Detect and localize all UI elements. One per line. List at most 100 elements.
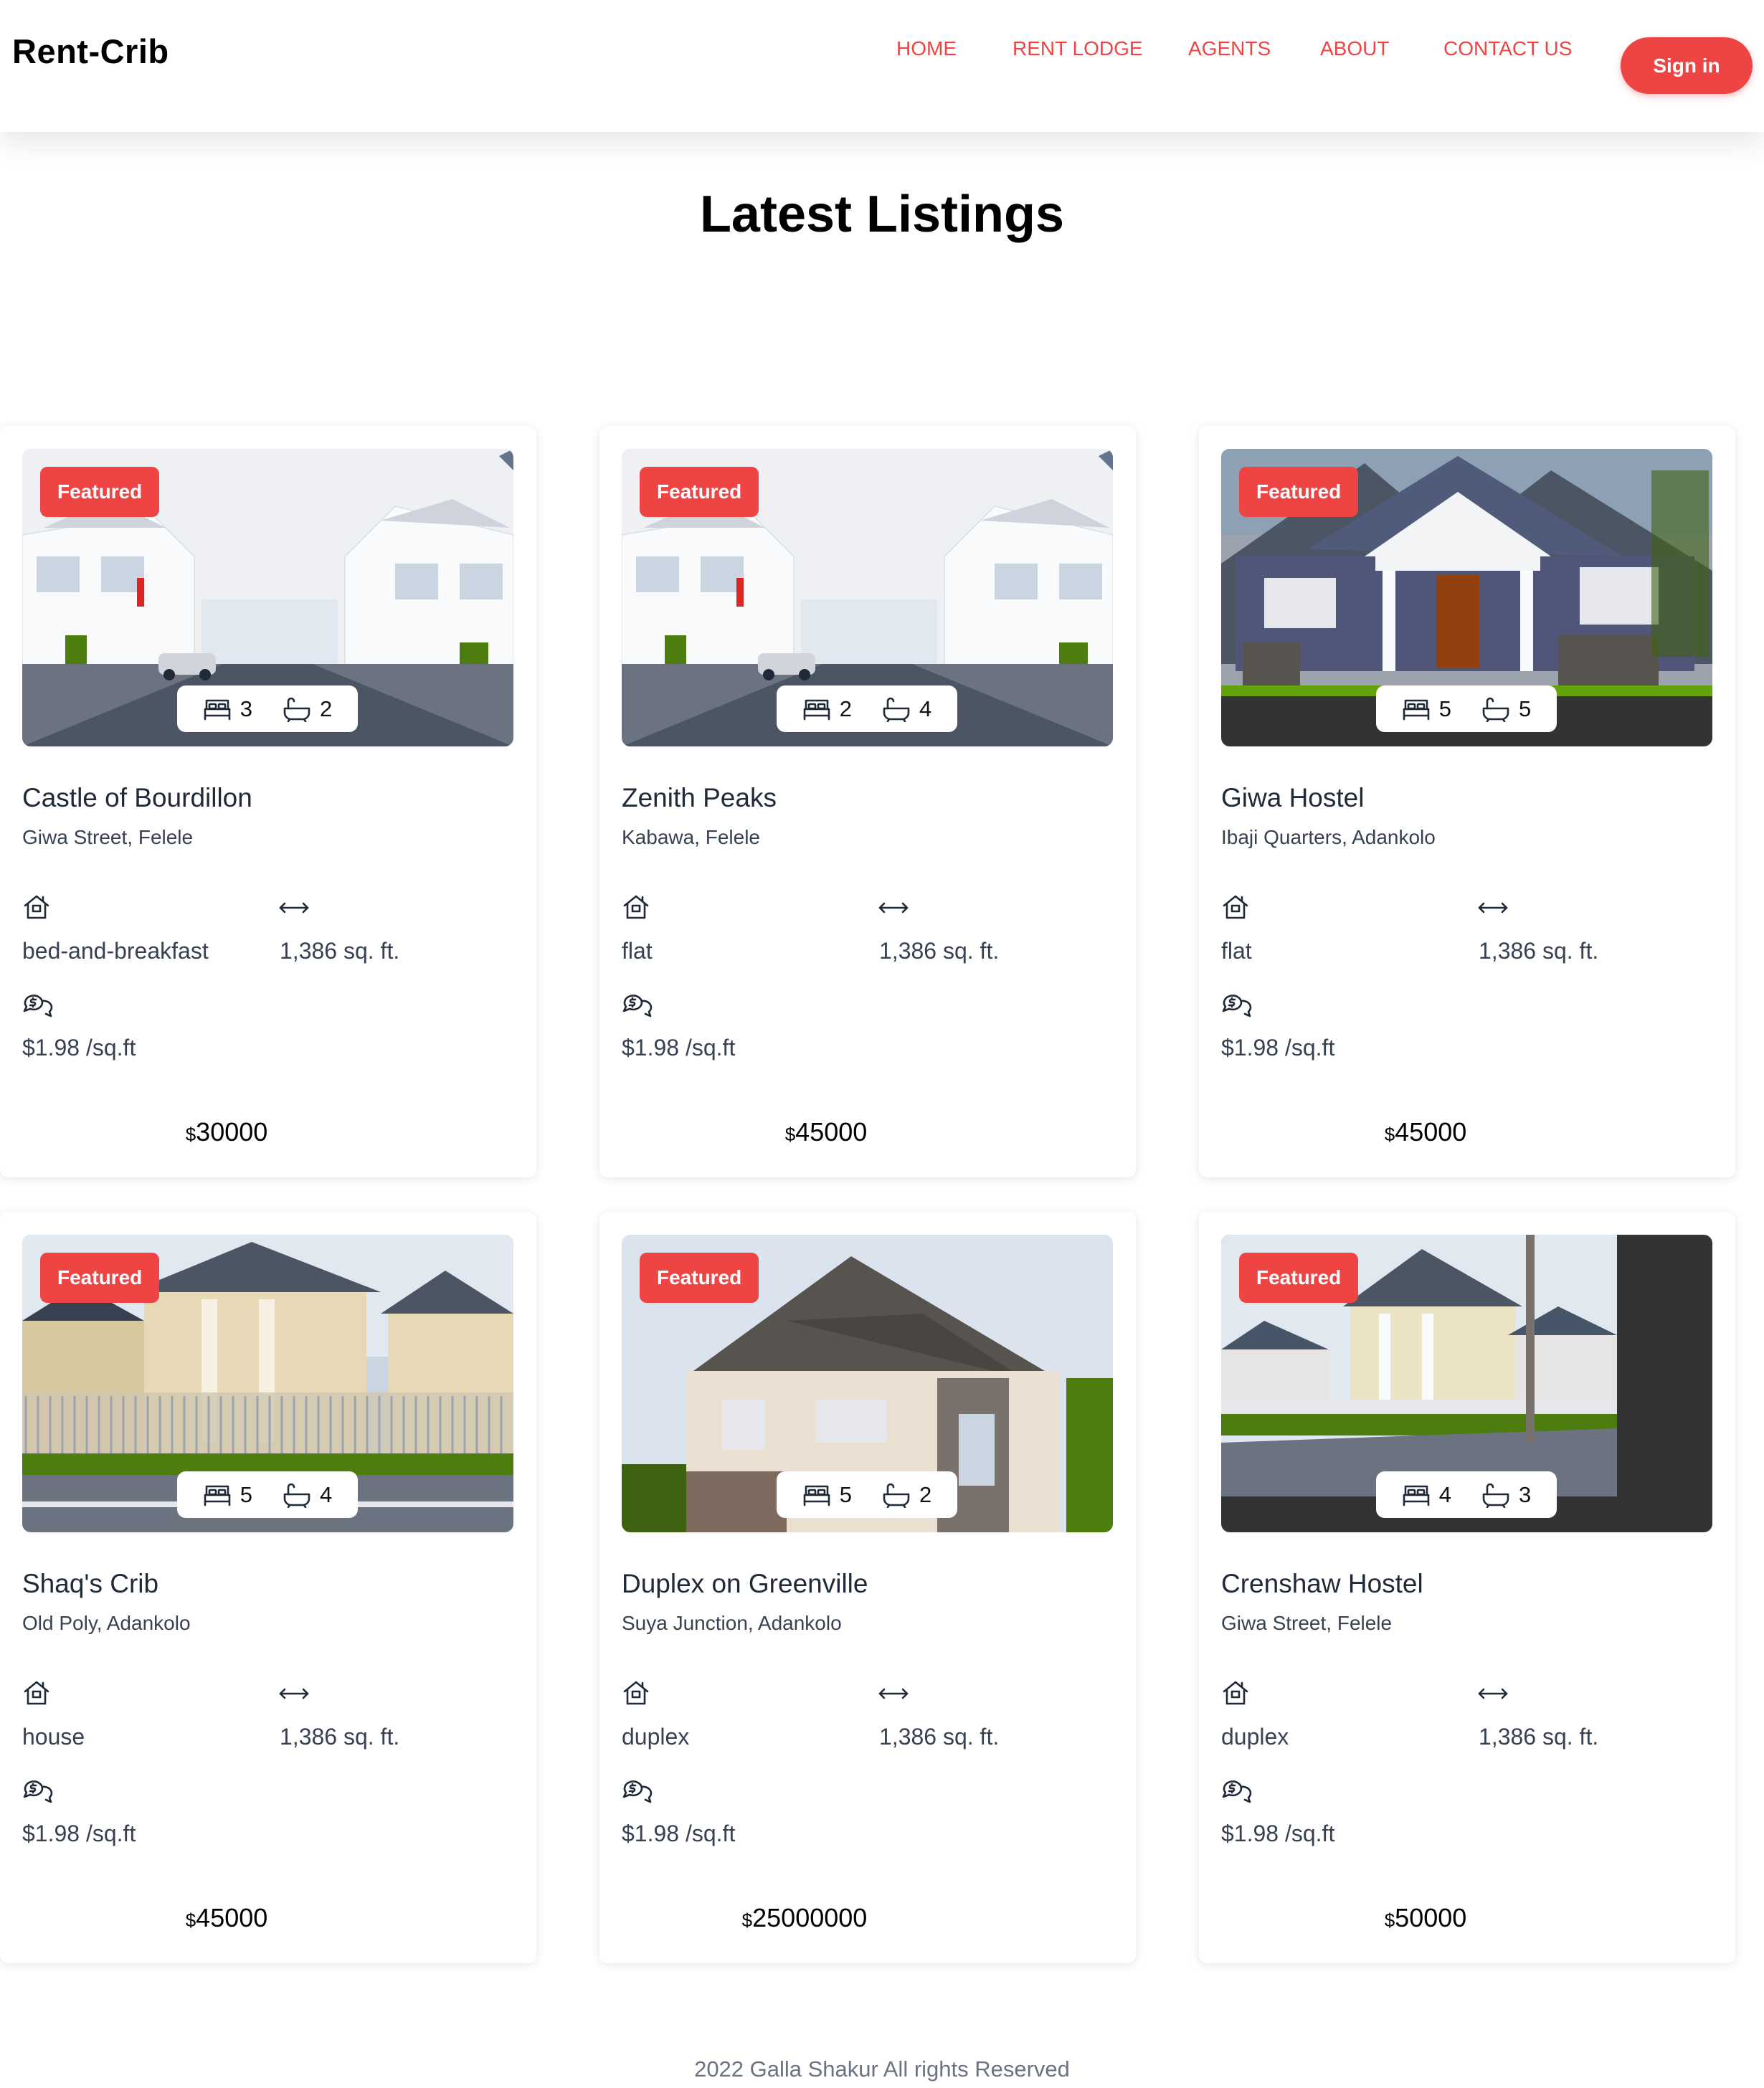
property-area: 1,386 sq. ft. [879, 938, 1000, 964]
listing-price: $25000000 [578, 1903, 1031, 1933]
price-value: 45000 [1395, 1117, 1467, 1147]
price-value: 50000 [1395, 1903, 1467, 1932]
listing-card[interactable]: Featured 3 2 Castle of Bourdillon Giwa S… [0, 426, 536, 1177]
currency-symbol: $ [784, 1124, 796, 1145]
listing-card[interactable]: Featured 5 4 Shaq's Crib Old Poly, Adank… [0, 1212, 536, 1963]
listing-name[interactable]: Duplex on Greenville [622, 1569, 868, 1599]
bathtub-icon [1481, 696, 1510, 722]
listing-location: Kabawa, Felele [622, 826, 761, 848]
brand-logo[interactable]: Rent-Crib [12, 32, 169, 71]
listing-photo[interactable]: Featured 5 5 [1221, 449, 1712, 746]
bed-icon [1402, 1483, 1431, 1507]
arrows-horizontal-icon [1477, 901, 1509, 919]
rooms-pill: 3 2 [177, 685, 358, 732]
bed-icon [1402, 697, 1431, 721]
listing-price: $30000 [0, 1117, 453, 1147]
price-per-sqft: $1.98 /sq.ft [22, 1821, 136, 1846]
rooms-pill: 5 5 [1376, 685, 1557, 732]
house-icon [22, 1679, 51, 1710]
property-area: 1,386 sq. ft. [1479, 1724, 1599, 1750]
listing-location: Ibaji Quarters, Adankolo [1221, 826, 1436, 848]
rooms-pill: 2 4 [777, 685, 957, 732]
chat-dollar-icon [622, 992, 653, 1022]
listing-card[interactable]: Featured 4 3 Crenshaw Hostel Giwa Street… [1199, 1212, 1735, 1963]
bath-count: 4 [919, 696, 932, 721]
listing-card[interactable]: Featured 5 2 Duplex on Greenville Suya J… [599, 1212, 1136, 1963]
currency-symbol: $ [185, 1124, 196, 1145]
chat-dollar-icon [1221, 992, 1253, 1022]
featured-badge: Featured [40, 1253, 160, 1303]
arrows-horizontal-icon [1477, 1686, 1509, 1704]
featured-badge: Featured [1239, 1253, 1359, 1303]
bath-count: 3 [1519, 1481, 1532, 1507]
house-icon [622, 1679, 650, 1710]
bed-count: 5 [240, 1481, 252, 1507]
listing-photo[interactable]: Featured 2 4 [622, 449, 1113, 746]
listing-name[interactable]: Shaq's Crib [22, 1569, 158, 1599]
property-type: duplex [622, 1724, 690, 1750]
bathtub-icon [1481, 1482, 1510, 1508]
listing-price: $45000 [1199, 1117, 1652, 1147]
currency-symbol: $ [185, 1909, 196, 1931]
bed-count: 4 [1438, 1481, 1451, 1507]
currency-symbol: $ [741, 1909, 753, 1931]
property-area: 1,386 sq. ft. [280, 1724, 400, 1750]
bath-count: 4 [320, 1481, 333, 1507]
bed-count: 5 [1438, 696, 1451, 721]
property-type: bed-and-breakfast [22, 938, 209, 964]
nav-about[interactable]: ABOUT [1320, 37, 1389, 60]
chat-dollar-icon [22, 992, 54, 1022]
listing-price: $50000 [1199, 1903, 1652, 1933]
listing-photo[interactable]: Featured 4 3 [1221, 1235, 1712, 1532]
listing-name[interactable]: Giwa Hostel [1221, 783, 1364, 813]
footer-copyright: 2022 Galla Shakur All rights Reserved [694, 2056, 1070, 2082]
chat-dollar-icon [22, 1778, 54, 1808]
site-header: Rent-Crib HOME RENT LODGE AGENTS ABOUT C… [0, 0, 1764, 132]
bathtub-icon [283, 1482, 311, 1508]
price-value: 30000 [196, 1117, 268, 1147]
listing-location: Suya Junction, Adankolo [622, 1612, 842, 1634]
property-area: 1,386 sq. ft. [280, 938, 400, 964]
listing-location: Giwa Street, Felele [1221, 1612, 1393, 1634]
price-per-sqft: $1.98 /sq.ft [1221, 1821, 1335, 1846]
listing-name[interactable]: Crenshaw Hostel [1221, 1569, 1423, 1599]
listing-name[interactable]: Castle of Bourdillon [22, 783, 252, 813]
featured-badge: Featured [640, 1253, 759, 1303]
listing-photo[interactable]: Featured 5 4 [22, 1235, 513, 1532]
listing-photo[interactable]: Featured 5 2 [622, 1235, 1113, 1532]
bath-count: 2 [320, 696, 333, 721]
arrows-horizontal-icon [278, 901, 310, 919]
rooms-pill: 4 3 [1376, 1471, 1557, 1518]
chat-dollar-icon [1221, 1778, 1253, 1808]
currency-symbol: $ [1384, 1124, 1395, 1145]
listing-photo[interactable]: Featured 3 2 [22, 449, 513, 746]
property-area: 1,386 sq. ft. [879, 1724, 1000, 1750]
bathtub-icon [882, 1482, 911, 1508]
bed-icon [203, 1483, 232, 1507]
nav-agents[interactable]: AGENTS [1188, 37, 1271, 60]
nav-contact-us[interactable]: CONTACT US [1443, 37, 1572, 60]
nav-home[interactable]: HOME [896, 37, 957, 60]
house-icon [1221, 1679, 1250, 1710]
rooms-pill: 5 2 [777, 1471, 957, 1518]
currency-symbol: $ [1384, 1909, 1395, 1931]
listing-location: Old Poly, Adankolo [22, 1612, 191, 1634]
bed-icon [802, 697, 831, 721]
nav-rent-lodge[interactable]: RENT LODGE [1013, 37, 1143, 60]
property-type: flat [622, 938, 653, 964]
bathtub-icon [283, 696, 311, 722]
page-title: Latest Listings [699, 186, 1065, 243]
sign-in-button[interactable]: Sign in [1621, 37, 1753, 94]
listing-name[interactable]: Zenith Peaks [622, 783, 777, 813]
rooms-pill: 5 4 [177, 1471, 358, 1518]
price-per-sqft: $1.98 /sq.ft [1221, 1035, 1335, 1060]
property-area: 1,386 sq. ft. [1479, 938, 1599, 964]
listing-card[interactable]: Featured 2 4 Zenith Peaks Kabawa, Felele… [599, 426, 1136, 1177]
arrows-horizontal-icon [878, 901, 909, 919]
bed-count: 2 [839, 696, 852, 721]
featured-badge: Featured [1239, 467, 1359, 517]
house-icon [22, 893, 51, 924]
bed-icon [802, 1483, 831, 1507]
listing-card[interactable]: Featured 5 5 Giwa Hostel Ibaji Quarters,… [1199, 426, 1735, 1177]
price-per-sqft: $1.98 /sq.ft [622, 1821, 736, 1846]
